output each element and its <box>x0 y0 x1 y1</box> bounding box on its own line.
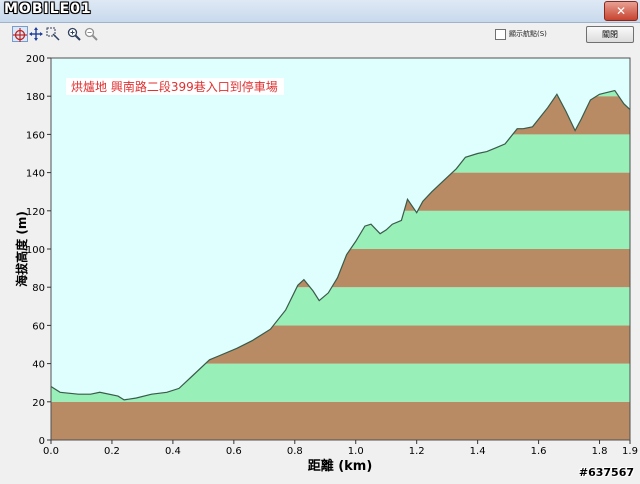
elevation-chart: 0.0 0.2 0.4 0.6 0.8 1.0 1.2 1.4 1.6 1.8 1.9 0 20 40 6… <box>0 46 640 480</box>
show-points-toggle[interactable]: 顯示航點(S) <box>495 27 547 41</box>
y-tick-label: 160 <box>26 130 45 141</box>
chart-title: 烘爐地 興南路二段399巷入口到停車場 <box>71 79 278 94</box>
x-axis-label: 距離 (km) <box>308 458 373 474</box>
watermark: #637567 <box>578 466 634 479</box>
close-button[interactable]: 關閉 <box>586 26 634 43</box>
zoom-in-tool-icon[interactable] <box>67 26 83 42</box>
y-axis-label: 海拔高度 (m) <box>14 211 29 287</box>
x-tick-label: 1.9 <box>622 446 638 457</box>
x-tick-label: 1.2 <box>409 446 425 457</box>
y-tick-label: 60 <box>32 321 45 332</box>
x-tick-label: 0.2 <box>104 446 120 457</box>
x-axis-ticks: 0.0 0.2 0.4 0.6 0.8 1.0 1.2 1.4 1.6 1.8 1.9 <box>43 440 638 457</box>
mobile01-logo: MOBILE01 <box>4 1 92 17</box>
show-points-checkbox[interactable] <box>495 28 506 40</box>
y-tick-label: 140 <box>26 169 45 180</box>
x-tick-label: 0.6 <box>226 446 242 457</box>
elevation-band <box>51 401 630 440</box>
pan-tool-icon[interactable] <box>29 26 45 42</box>
window-titlebar: MOBILE01 ✕ <box>0 0 640 23</box>
y-tick-label: 20 <box>32 398 45 409</box>
y-tick-label: 0 <box>39 436 45 447</box>
y-tick-label: 180 <box>26 92 45 103</box>
y-tick-label: 200 <box>26 54 45 65</box>
x-tick-label: 0.4 <box>165 446 181 457</box>
y-tick-label: 80 <box>32 283 45 294</box>
y-axis-ticks: 020406080100120140160180200 <box>26 54 51 447</box>
x-tick-label: 0.0 <box>43 446 59 457</box>
crosshair-tool-icon[interactable] <box>12 26 28 42</box>
select-zoom-tool-icon[interactable] <box>46 26 62 42</box>
x-tick-label: 1.4 <box>470 446 486 457</box>
zoom-out-tool-icon[interactable] <box>84 26 100 42</box>
show-points-label: 顯示航點(S) <box>509 30 547 38</box>
x-tick-label: 1.8 <box>592 446 608 457</box>
y-tick-label: 40 <box>32 360 45 371</box>
elevation-profile-svg: 0.0 0.2 0.4 0.6 0.8 1.0 1.2 1.4 1.6 1.8 1.9 0 20 40 6… <box>14 54 638 474</box>
x-tick-label: 0.8 <box>287 446 303 457</box>
x-tick-label: 1.0 <box>348 446 364 457</box>
x-tick-label: 1.6 <box>531 446 547 457</box>
window-close-button[interactable]: ✕ <box>604 1 638 21</box>
